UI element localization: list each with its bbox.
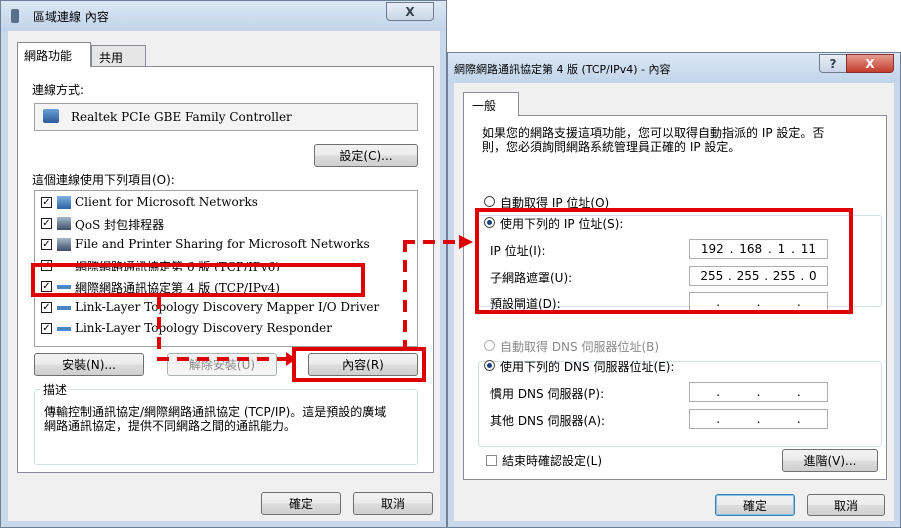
advanced-button[interactable]: 進階(V)...	[782, 449, 878, 472]
install-button[interactable]: 安裝(N)...	[34, 353, 144, 376]
list-item[interactable]: ✓ QoS 封包排程器	[35, 215, 415, 233]
item-checkbox[interactable]: ✓	[41, 197, 52, 208]
annotation-dashed-line	[403, 240, 407, 347]
right-close-button[interactable]: X	[846, 54, 894, 73]
annotation-dashed-line	[157, 297, 161, 361]
network-adapter-icon	[43, 109, 59, 123]
adapter-name: Realtek PCIe GBE Family Controller	[71, 110, 292, 124]
annotation-dashed-line	[157, 357, 291, 361]
intro-text: 如果您的網路支援這項功能，您可以取得自動指派的 IP 設定。否 則，您必須詢問網…	[482, 126, 825, 154]
list-item[interactable]: ✓ Client for Microsoft Networks	[35, 194, 415, 212]
left-ok-button[interactable]: 確定	[261, 492, 341, 515]
preferred-dns-label: 慣用 DNS 伺服器(P):	[490, 387, 605, 401]
network-connection-icon	[11, 9, 19, 23]
use-dns-label: 使用下列的 DNS 伺服器位址(E):	[500, 360, 675, 374]
preferred-dns-field[interactable]: ...	[689, 382, 828, 402]
close-icon: X	[865, 56, 875, 71]
connect-using-label: 連線方式:	[32, 83, 85, 97]
items-label: 這個連線使用下列項目(O):	[32, 173, 175, 187]
list-item[interactable]: ✓ Link-Layer Topology Discovery Responde…	[35, 320, 415, 338]
alternate-dns-field[interactable]: ...	[689, 409, 828, 429]
protocol-icon	[57, 306, 71, 310]
arrow-right-icon	[286, 352, 296, 366]
validate-checkbox[interactable]	[486, 455, 497, 466]
item-label: Link-Layer Topology Discovery Responder	[75, 321, 332, 335]
list-item[interactable]: ✓ File and Printer Sharing for Microsoft…	[35, 236, 415, 254]
item-checkbox[interactable]: ✓	[41, 239, 52, 250]
file-sharing-icon	[57, 238, 71, 251]
auto-ip-radio[interactable]	[484, 196, 495, 207]
annotation-dashed-line	[403, 240, 460, 244]
right-window-title: 網際網路通訊協定第 4 版 (TCP/IPv4) - 內容	[454, 63, 671, 76]
item-label: File and Printer Sharing for Microsoft N…	[75, 237, 370, 251]
left-title-bar: 區域連線 內容 X	[1, 1, 446, 31]
configure-button[interactable]: 設定(C)...	[314, 144, 418, 167]
tab-sharing[interactable]: 共用	[91, 45, 146, 67]
item-label: Client for Microsoft Networks	[75, 195, 258, 209]
left-window-title: 區域連線 內容	[33, 10, 109, 24]
qos-icon	[57, 217, 71, 230]
right-ok-button[interactable]: 確定	[715, 494, 795, 516]
highlight-ip-settings	[475, 208, 853, 314]
highlight-ipv4-item	[31, 263, 365, 297]
right-title-bar: 網際網路通訊協定第 4 版 (TCP/IPv4) - 內容 ? X	[448, 53, 900, 83]
help-button[interactable]: ?	[819, 54, 847, 73]
client-icon	[57, 196, 71, 209]
item-label: Link-Layer Topology Discovery Mapper I/O…	[75, 300, 380, 314]
description-text: 傳輸控制通訊協定/網際網路通訊協定 (TCP/IP)。這是預設的廣域網路通訊協定…	[44, 405, 387, 433]
item-checkbox[interactable]: ✓	[41, 323, 52, 334]
left-close-button[interactable]: X	[386, 2, 434, 21]
tab-networking[interactable]: 網路功能	[17, 42, 91, 67]
use-dns-radio[interactable]	[484, 360, 495, 371]
item-checkbox[interactable]: ✓	[41, 302, 52, 313]
item-label: QoS 封包排程器	[75, 218, 165, 232]
alternate-dns-label: 其他 DNS 伺服器(A):	[490, 414, 606, 428]
list-item[interactable]: ✓ Link-Layer Topology Discovery Mapper I…	[35, 299, 415, 317]
help-icon: ?	[829, 56, 837, 71]
item-checkbox[interactable]: ✓	[41, 218, 52, 229]
auto-dns-radio	[484, 340, 495, 351]
adapter-box: Realtek PCIe GBE Family Controller	[34, 103, 418, 131]
arrow-right-icon	[459, 235, 473, 249]
protocol-icon	[57, 327, 71, 331]
validate-label: 結束時確認設定(L)	[502, 454, 603, 468]
left-cancel-button[interactable]: 取消	[353, 492, 433, 515]
description-label: 描述	[40, 381, 71, 398]
highlight-properties-button	[292, 347, 426, 382]
auto-dns-label: 自動取得 DNS 伺服器位址(B)	[500, 340, 660, 354]
right-cancel-button[interactable]: 取消	[807, 494, 885, 516]
tab-general[interactable]: 一般	[463, 92, 519, 116]
close-icon: X	[405, 4, 415, 19]
